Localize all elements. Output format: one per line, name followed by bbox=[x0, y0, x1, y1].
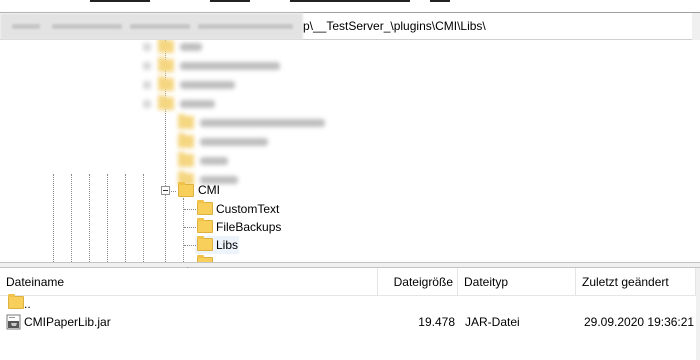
jar-file-icon bbox=[6, 314, 21, 330]
folder-icon bbox=[178, 114, 194, 129]
file-modified: 29.09.2020 19:36:21 bbox=[584, 315, 695, 329]
tree-guide-line bbox=[89, 174, 90, 262]
tree-node-customtext[interactable]: CustomText bbox=[216, 202, 279, 216]
remote-directory-tree[interactable]: CMI CustomText FileBackups Libs bbox=[0, 40, 700, 262]
file-type: JAR-Datei bbox=[465, 315, 520, 329]
blurred-expander bbox=[143, 43, 151, 51]
file-row[interactable]: CMIPaperLib.jar 19.478 JAR-Datei 29.09.2… bbox=[0, 312, 696, 332]
redacted-path-prefix bbox=[0, 13, 303, 40]
tree-guide-line bbox=[143, 174, 144, 262]
folder-icon bbox=[158, 76, 174, 91]
collapse-toggle-icon[interactable] bbox=[161, 186, 170, 195]
folder-icon bbox=[197, 236, 213, 251]
tree-guide-line bbox=[125, 174, 126, 262]
folder-icon bbox=[197, 200, 213, 215]
blurred-expander bbox=[143, 100, 151, 108]
folder-icon bbox=[158, 57, 174, 72]
top-menu-strip bbox=[0, 0, 700, 12]
folder-icon bbox=[178, 133, 194, 148]
folder-icon bbox=[178, 152, 194, 167]
tree-guide-line bbox=[183, 198, 184, 262]
file-size: 19.478 bbox=[418, 315, 455, 329]
remote-path-bar[interactable]: p\__TestServer_\plugins\CMI\Libs\ bbox=[0, 12, 700, 40]
redacted-tree-label bbox=[180, 43, 202, 51]
file-name: .. bbox=[24, 297, 31, 311]
tree-branch-line bbox=[184, 245, 196, 246]
tree-guide-line bbox=[53, 174, 54, 262]
file-name: CMIPaperLib.jar bbox=[24, 315, 111, 329]
folder-icon bbox=[158, 95, 174, 110]
blurred-expander bbox=[143, 81, 151, 89]
tree-branch-line bbox=[184, 209, 196, 210]
file-list-scrollbar[interactable] bbox=[696, 268, 700, 360]
redacted-tree-label bbox=[180, 81, 235, 89]
tree-node-cmi[interactable]: CMI bbox=[198, 183, 220, 197]
redacted-tree-label bbox=[180, 100, 215, 108]
file-row-parent[interactable]: .. bbox=[0, 292, 696, 312]
tree-guide-line bbox=[107, 174, 108, 262]
folder-icon bbox=[8, 294, 24, 309]
redacted-tree-label bbox=[180, 62, 280, 70]
redacted-tree-label bbox=[200, 119, 325, 127]
redacted-tree-label bbox=[200, 138, 268, 146]
folder-icon bbox=[158, 40, 174, 53]
blurred-expander bbox=[143, 62, 151, 70]
tree-node-filebackups[interactable]: FileBackups bbox=[216, 220, 281, 234]
remote-path-text[interactable]: p\__TestServer_\plugins\CMI\Libs\ bbox=[303, 19, 486, 33]
redacted-tree-label bbox=[200, 157, 228, 165]
tree-guide-line bbox=[71, 174, 72, 262]
tree-branch-line bbox=[184, 227, 196, 228]
folder-icon bbox=[178, 182, 194, 197]
path-bar-edge bbox=[692, 13, 700, 40]
tree-guide-line bbox=[165, 40, 166, 262]
folder-icon bbox=[197, 218, 213, 233]
tree-node-libs[interactable]: Libs bbox=[216, 238, 238, 252]
